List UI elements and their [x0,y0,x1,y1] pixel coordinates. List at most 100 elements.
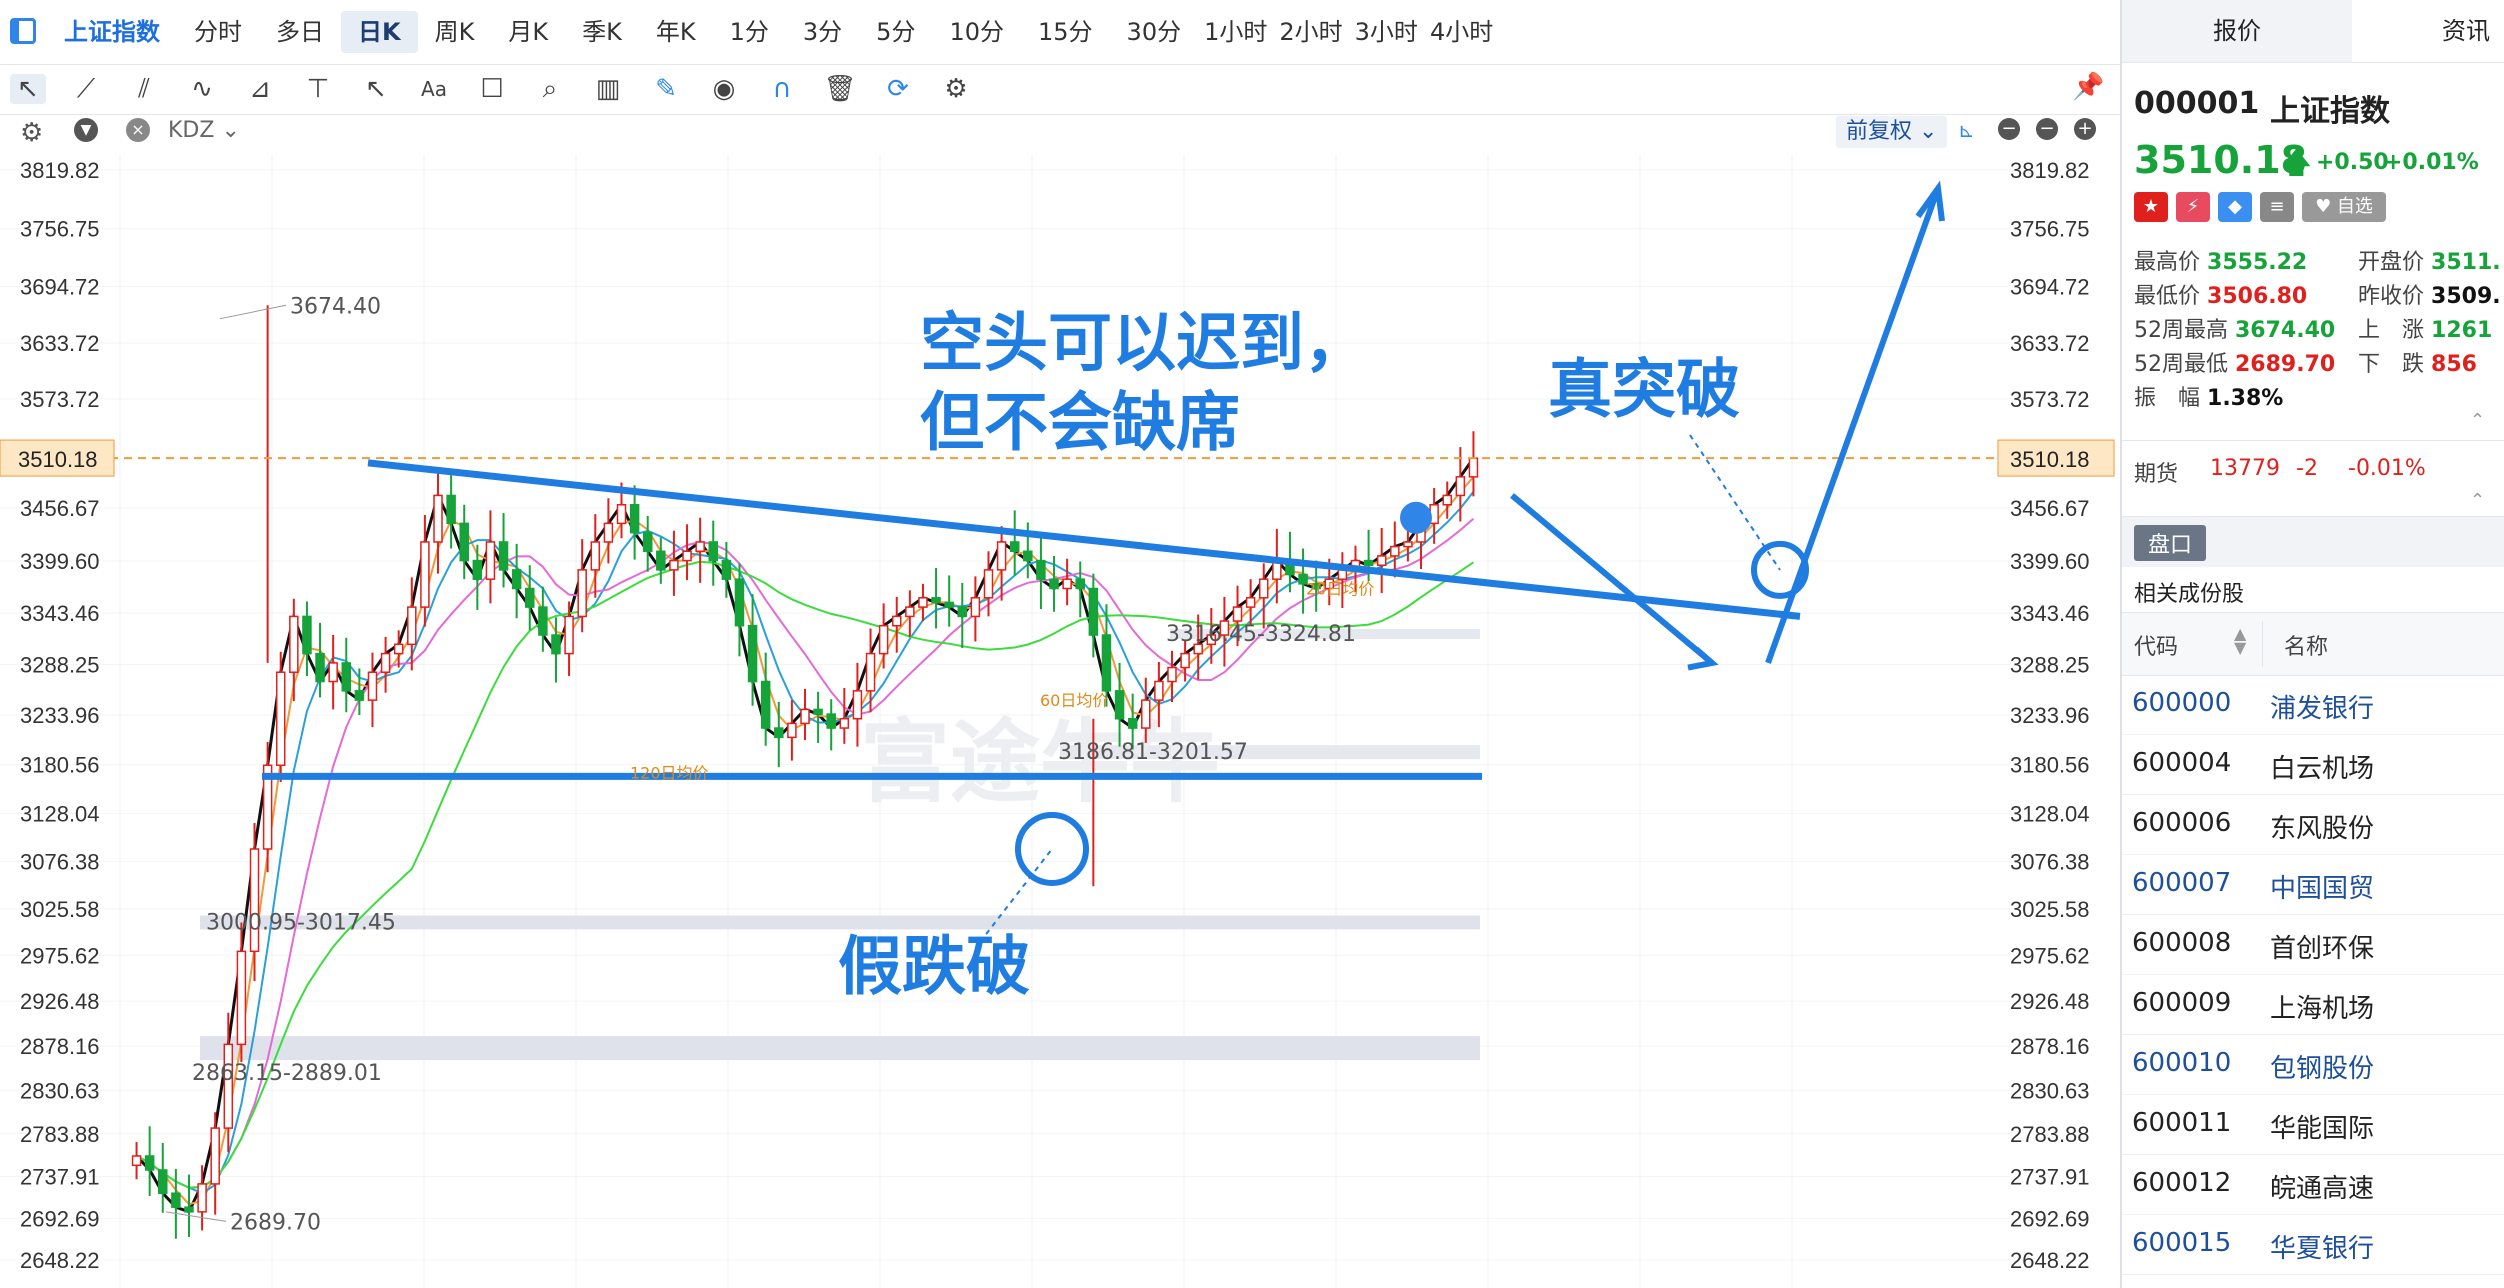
index-title[interactable]: 上证指数 [60,11,177,53]
table-row[interactable]: 600007 中国国贸 [2122,854,2504,915]
candle-body [525,587,535,608]
table-row[interactable]: 600004 白云机场 [2122,734,2504,795]
cursor-icon[interactable]: ↖ [10,74,46,104]
tab-period[interactable]: 3小时 [1349,11,1424,53]
tab-period[interactable]: 周K [418,11,492,53]
tag-icon[interactable]: ◆ [2218,192,2252,222]
prev-close-label: 昨收价 [2358,284,2425,309]
sort-icon[interactable]: ▲ ▼ [2234,626,2246,656]
candle-body [354,690,365,701]
text-tool-icon[interactable]: Aa [416,77,452,101]
column-header-name[interactable]: 名称 [2284,629,2328,661]
watchlist-button[interactable]: ♥ 自选 [2302,192,2386,222]
magnet-icon[interactable]: ∩ [764,74,800,104]
candle-body [551,634,561,655]
pankou-button[interactable]: 盘口 [2134,525,2207,561]
measure-icon[interactable]: ▥ [590,74,626,104]
line-tool-icon[interactable]: ⟋ [68,74,104,105]
candle-body [144,1155,155,1171]
close-icon[interactable]: × [126,118,150,142]
candle-body [564,615,574,655]
indicator-dropdown[interactable]: KDZ ⌄ [168,118,240,143]
y-tick-label-right: 3573.72 [2010,387,2090,412]
adjust-dropdown[interactable]: 前复权 ⌄ [1836,116,1948,148]
candle-body [944,601,954,608]
tab-quote[interactable]: 报价 [2122,0,2352,62]
search-icon[interactable]: ⌕ [532,74,568,105]
tab-period-active[interactable]: 日K [341,11,418,53]
tab-period[interactable]: 10分 [932,11,1021,53]
channel-tool-icon[interactable]: ⫽ [126,74,162,105]
tab-period[interactable]: 4小时 [1424,11,1499,53]
tab-period[interactable]: 季K [565,11,639,53]
arrow-tool-icon[interactable]: ↖ [358,74,394,104]
sidebar-left-icon[interactable] [10,18,36,44]
chevron-down-icon[interactable]: ▼ [74,118,98,142]
y-tick-label-left: 2783.88 [20,1122,100,1147]
table-row[interactable]: 600008 首创环保 [2122,914,2504,975]
cost-label-60: 60日均价 [1040,691,1108,710]
table-row[interactable]: 600010 包钢股份 [2122,1034,2504,1095]
row-code: 600000 [2132,688,2232,718]
tab-period[interactable]: 分时 [177,11,259,53]
candle-body [485,541,496,580]
y-tick-label-right: 3076.38 [2010,850,2090,875]
fib-tool-icon[interactable]: ⊿ [242,74,278,104]
comment-icon[interactable]: ☐ [474,74,510,104]
zoom-in-icon[interactable]: + [2074,118,2096,140]
y-tick-label-left: 3399.60 [20,549,100,574]
zoom-out-icon[interactable]: − [2036,118,2058,140]
tab-period[interactable]: 5分 [859,11,932,53]
table-row[interactable]: 600009 上海机场 [2122,974,2504,1035]
table-row[interactable]: 600006 东风股份 [2122,794,2504,855]
candlestick-chart[interactable]: 富途牛牛 3819.82 3819.823756.75 3756.753694.72… [0,154,2120,1288]
wave-tool-icon[interactable]: ∿ [184,74,220,104]
ma-line [136,476,1475,1206]
candle-body [682,550,692,562]
marker-dot [1400,501,1432,534]
candle-body [1455,476,1466,497]
trash-icon[interactable]: 🗑 [822,74,858,104]
y-tick-label-left: 2648.22 [20,1248,100,1273]
table-row[interactable]: 600000 浦发银行 [2122,674,2504,735]
tab-period[interactable]: 2小时 [1273,11,1348,53]
tab-period[interactable]: 15分 [1021,11,1110,53]
alert-icon[interactable]: ⚡ [2176,192,2210,222]
high-price-label: 3674.40 [290,294,381,319]
price-change-pct: +0.01% [2384,150,2479,175]
candle-body [931,597,941,604]
high-value: 3555.22 [2207,250,2308,275]
note-icon[interactable]: ≡ [2260,192,2294,222]
gear-icon[interactable]: ⚙ [938,74,974,104]
tab-period[interactable]: 1小时 [1198,11,1273,53]
tab-period[interactable]: 年K [639,11,713,53]
collapse-icon[interactable]: ⌃ [2470,490,2485,511]
zoom-out-icon[interactable]: − [1998,118,2020,140]
tab-period[interactable]: 1分 [713,11,786,53]
panel-tabs: 报价 资讯 [2122,0,2504,63]
table-row[interactable]: 600012 皖通高速 [2122,1154,2504,1215]
candle-body [171,1192,181,1208]
pin-icon[interactable]: 📌 [2072,72,2104,102]
tab-period[interactable]: 多日 [259,11,341,53]
candle-body [957,606,968,618]
tab-period[interactable]: 30分 [1110,11,1199,53]
tab-news[interactable]: 资讯 [2442,0,2490,62]
tab-period[interactable]: 月K [491,11,565,53]
open-label: 开盘价 [2358,250,2425,275]
collapse-icon[interactable]: ⌃ [2470,410,2485,431]
table-row[interactable]: 600011 华能国际 [2122,1094,2504,1155]
y-tick-label-left: 3288.25 [20,653,100,678]
row-code: 600011 [2132,1108,2232,1138]
gear-icon[interactable]: ⚙ [20,118,43,148]
brush-icon[interactable]: ✎ [648,74,684,104]
candle-body [1363,559,1374,566]
column-header-code[interactable]: 代码 [2134,629,2178,661]
tab-period[interactable]: 3分 [786,11,859,53]
up-count-row: 上 涨 1261 [2358,312,2492,344]
eye-icon[interactable]: ◉ [706,74,742,104]
log-scale-icon[interactable]: ⊾ [1958,118,1975,142]
table-row[interactable]: 600015 华夏银行 [2122,1214,2504,1275]
vertical-line-icon[interactable]: ⊤ [300,74,336,104]
sync-icon[interactable]: ⟳ [880,74,916,104]
